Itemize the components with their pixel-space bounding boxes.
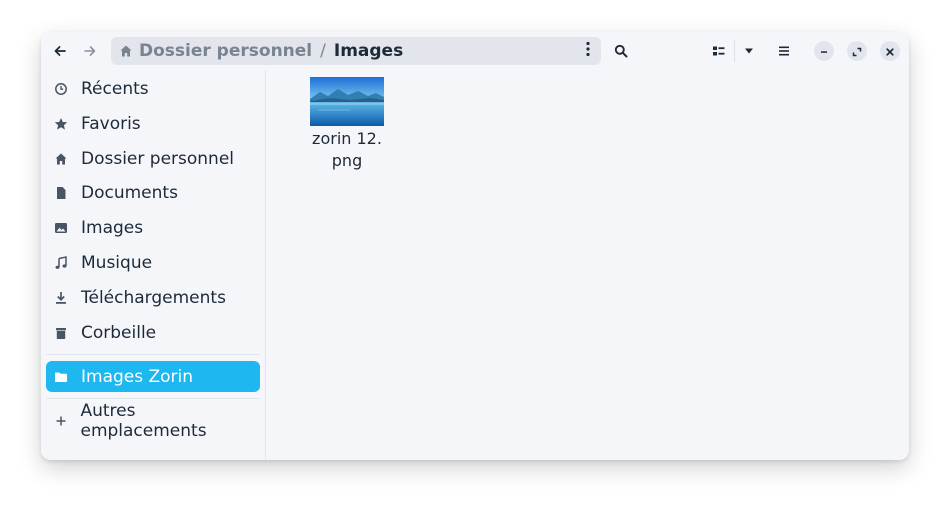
minimize-button[interactable]: [814, 41, 834, 61]
sidebar-item-label: Favoris: [81, 113, 141, 134]
clock-icon: [54, 82, 68, 96]
sidebar-item-images[interactable]: Images: [46, 212, 260, 243]
sidebar-item-home[interactable]: Dossier personnel: [46, 143, 260, 174]
sidebar: Récents Favoris Dossier personnel Docume…: [41, 70, 266, 460]
arrow-left-icon: [53, 44, 67, 58]
hamburger-menu-icon: [778, 46, 790, 56]
sidebar-item-trash[interactable]: Corbeille: [46, 317, 260, 348]
sidebar-item-label: Musique: [81, 252, 153, 273]
file-name-line: zorin 12.: [312, 129, 382, 148]
lake-mountains-image: [310, 77, 384, 126]
view-mode-button[interactable]: [704, 36, 734, 66]
home-icon: [54, 152, 68, 166]
sidebar-item-downloads[interactable]: Téléchargements: [46, 282, 260, 313]
sidebar-item-label: Images: [81, 217, 144, 238]
trash-icon: [54, 326, 68, 340]
minimize-icon: [819, 42, 829, 61]
view-options-dropdown[interactable]: [734, 36, 764, 66]
file-view: zorin 12. png: [266, 70, 909, 460]
sidebar-item-label: Dossier personnel: [81, 148, 235, 169]
breadcrumb-current[interactable]: Images: [334, 41, 403, 61]
file-name: zorin 12. png: [306, 128, 388, 172]
plus-icon: [54, 414, 67, 428]
path-menu-button[interactable]: [581, 39, 595, 63]
sidebar-item-label: Corbeille: [81, 322, 157, 343]
search-button[interactable]: [606, 36, 636, 66]
close-icon: [885, 42, 895, 61]
sidebar-item-music[interactable]: Musique: [46, 247, 260, 278]
document-icon: [54, 186, 68, 200]
star-icon: [54, 117, 68, 131]
breadcrumb-separator: /: [320, 41, 326, 61]
sidebar-item-images-zorin[interactable]: Images Zorin: [46, 361, 260, 392]
sidebar-item-recents[interactable]: Récents: [46, 73, 260, 104]
path-bar: Dossier personnel / Images: [111, 37, 601, 65]
sidebar-divider: [46, 398, 260, 399]
vertical-dots-icon: [586, 41, 590, 62]
sidebar-item-label: Documents: [81, 182, 178, 203]
sidebar-item-documents[interactable]: Documents: [46, 177, 260, 208]
maximize-button[interactable]: [847, 41, 867, 61]
sidebar-item-label: Récents: [81, 78, 149, 99]
sidebar-item-label: Autres emplacements: [80, 400, 207, 441]
folder-icon: [54, 370, 68, 384]
sidebar-item-label: Images Zorin: [81, 366, 194, 387]
image-icon: [54, 221, 68, 235]
music-icon: [54, 255, 68, 270]
file-name-line: png: [331, 151, 363, 170]
breadcrumb-home[interactable]: Dossier personnel: [119, 41, 312, 61]
breadcrumb-home-label: Dossier personnel: [139, 41, 313, 61]
home-icon: [119, 44, 133, 58]
file-item[interactable]: zorin 12. png: [306, 76, 388, 172]
list-view-icon: [712, 44, 726, 58]
sidebar-item-other-locations[interactable]: Autres emplacements: [46, 401, 260, 441]
close-button[interactable]: [880, 41, 900, 61]
sidebar-item-label: Téléchargements: [81, 287, 226, 308]
sidebar-item-favorites[interactable]: Favoris: [46, 108, 260, 139]
chevron-down-icon: [744, 48, 754, 54]
download-icon: [54, 291, 68, 305]
forward-button[interactable]: [75, 36, 105, 66]
back-button[interactable]: [45, 36, 75, 66]
arrow-right-icon: [83, 44, 97, 58]
file-manager-window: Dossier personnel / Images Récents Favor…: [41, 32, 909, 460]
header-bar: Dossier personnel / Images: [41, 32, 909, 70]
main-menu-button[interactable]: [769, 36, 799, 66]
sidebar-divider: [46, 354, 260, 355]
maximize-icon: [852, 42, 862, 61]
search-icon: [614, 44, 628, 58]
